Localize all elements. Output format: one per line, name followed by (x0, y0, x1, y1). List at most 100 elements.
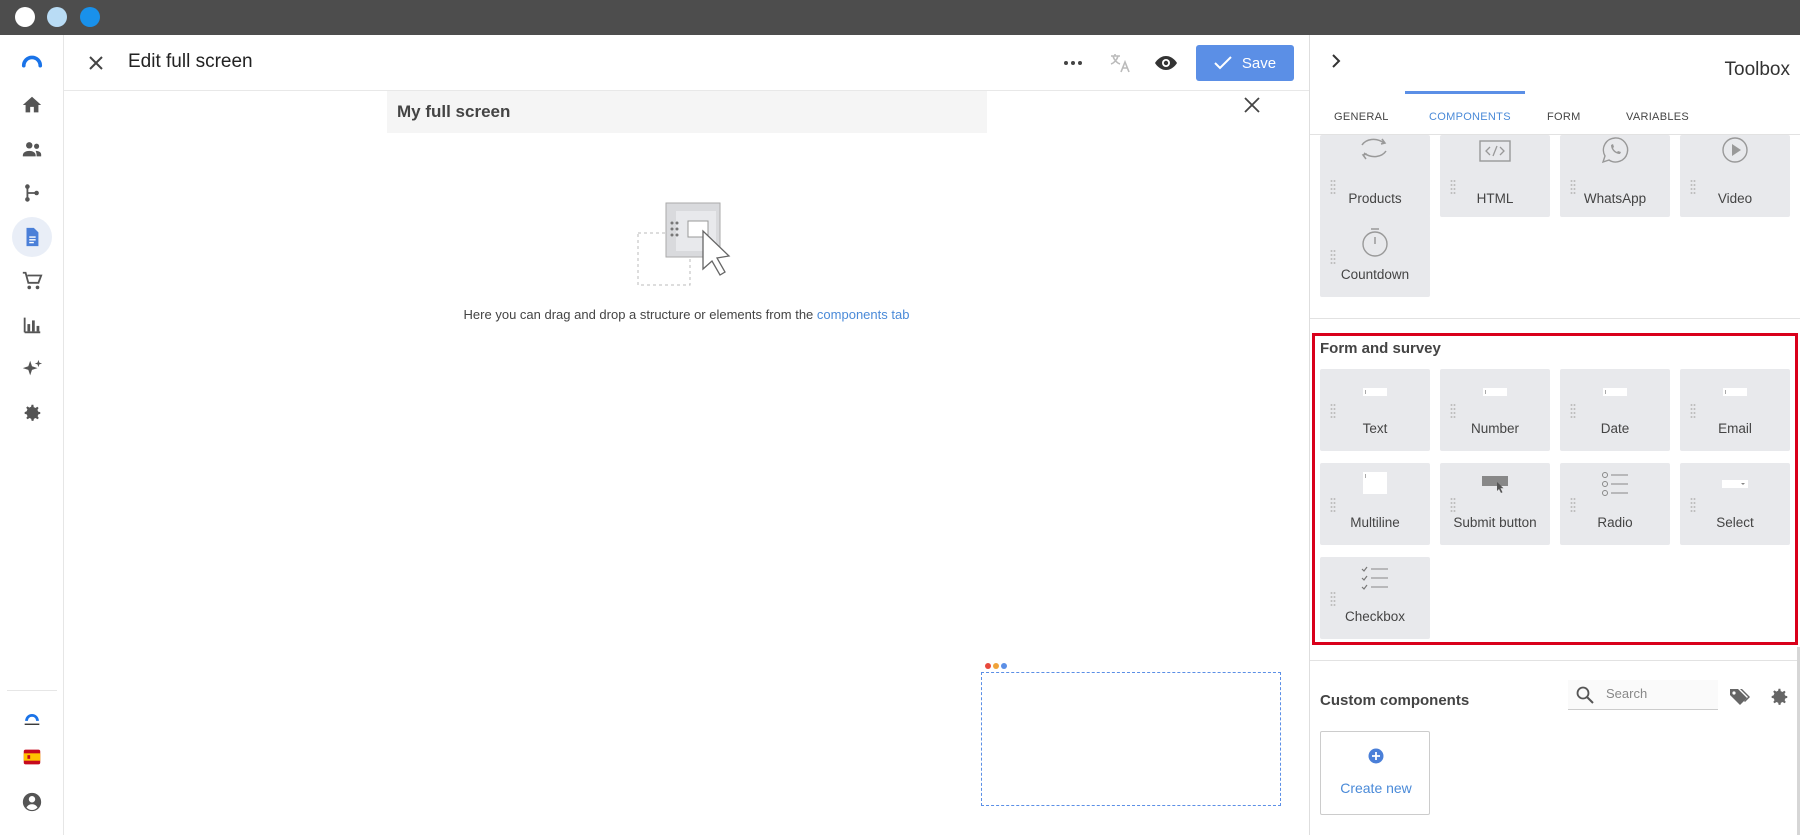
drag-handle-icon[interactable] (1330, 249, 1336, 265)
tab-variables[interactable]: VARIABLES (1626, 111, 1689, 123)
products-icon (1320, 133, 1430, 167)
whatsapp-icon (1560, 133, 1670, 167)
left-nav (0, 35, 64, 835)
document-icon[interactable] (12, 217, 52, 257)
page-title: Edit full screen (128, 51, 253, 72)
sparkle-icon[interactable] (12, 349, 52, 389)
screen-title-bar[interactable]: My full screen (387, 91, 987, 133)
translate-icon[interactable] (1106, 49, 1134, 77)
flow-icon[interactable] (12, 173, 52, 213)
html-icon (1440, 133, 1550, 167)
save-button[interactable]: Save (1196, 45, 1294, 81)
screen-title: My full screen (397, 102, 511, 121)
custom-search-field[interactable] (1568, 680, 1718, 710)
drag-handle-icon[interactable] (1450, 179, 1456, 195)
component-label: Video (1717, 191, 1753, 206)
drag-drop-illustration-icon (636, 201, 746, 286)
window-close-dot[interactable] (15, 7, 35, 27)
editor-canvas[interactable]: My full screen Here you can drag and dro… (64, 91, 1309, 835)
close-editor-icon[interactable] (84, 51, 108, 75)
window-minimize-dot[interactable] (47, 7, 67, 27)
component-label: Text (1362, 421, 1388, 436)
custom-section-title: Custom components (1320, 692, 1470, 709)
more-options-icon[interactable] (1059, 49, 1087, 77)
checkmark-icon (1214, 56, 1232, 70)
toolbox-tabs: GENERAL COMPONENTS FORM VARIABLES (1310, 91, 1800, 135)
component-card[interactable]: Date (1560, 369, 1670, 451)
plus-circle-icon (1321, 748, 1431, 764)
mini-preview-box[interactable] (981, 672, 1281, 806)
tab-components[interactable]: COMPONENTS (1429, 111, 1511, 123)
create-new-label: Create new (1340, 780, 1412, 796)
search-icon (1576, 686, 1594, 704)
component-card[interactable]: Checkbox (1320, 557, 1430, 639)
radio-list-icon (1560, 467, 1670, 501)
close-screen-icon[interactable] (1242, 95, 1266, 119)
section-divider (1310, 660, 1800, 661)
component-card[interactable]: Select (1680, 463, 1790, 545)
home-icon[interactable] (12, 85, 52, 125)
component-card[interactable]: Video (1680, 135, 1790, 217)
component-card[interactable]: Email (1680, 369, 1790, 451)
tags-icon[interactable] (1728, 686, 1752, 710)
drag-handle-icon[interactable] (1690, 179, 1696, 195)
drag-handle-icon[interactable] (1570, 497, 1576, 513)
component-card[interactable]: Multiline (1320, 463, 1430, 545)
logo-icon[interactable] (12, 42, 52, 82)
component-card[interactable]: Radio (1560, 463, 1670, 545)
drag-handle-icon[interactable] (1690, 403, 1696, 419)
drag-handle-icon[interactable] (1330, 179, 1336, 195)
account-circle-icon[interactable] (12, 782, 52, 822)
component-label: Number (1470, 421, 1519, 436)
video-icon (1680, 133, 1790, 167)
text-field-icon (1320, 375, 1430, 409)
component-card[interactable]: Countdown (1320, 215, 1430, 297)
settings-gear-icon[interactable] (1768, 686, 1792, 710)
component-card[interactable]: Submit button (1440, 463, 1550, 545)
checkbox-list-icon (1320, 561, 1430, 595)
component-card[interactable]: WhatsApp (1560, 135, 1670, 217)
bar-chart-icon[interactable] (12, 305, 52, 345)
drag-handle-icon[interactable] (1570, 403, 1576, 419)
component-label: WhatsApp (1583, 191, 1647, 206)
spain-flag-icon[interactable] (12, 737, 52, 777)
users-icon[interactable] (12, 129, 52, 169)
component-label: Submit button (1453, 515, 1537, 530)
component-label: HTML (1476, 191, 1514, 206)
component-card[interactable]: Text (1320, 369, 1430, 451)
drop-instructions: Here you can drag and drop a structure o… (64, 307, 1309, 322)
tab-general[interactable]: GENERAL (1334, 111, 1389, 123)
select-field-icon (1680, 467, 1790, 501)
drag-handle-icon[interactable] (1330, 497, 1336, 513)
drag-handle-icon[interactable] (1570, 179, 1576, 195)
drag-handle-icon[interactable] (1690, 497, 1696, 513)
search-input[interactable] (1606, 686, 1706, 701)
drag-handle-icon[interactable] (1450, 403, 1456, 419)
component-label: Radio (1597, 515, 1633, 530)
editor-header: Edit full screen Save (64, 35, 1309, 91)
date-field-icon (1560, 375, 1670, 409)
component-label: Checkbox (1344, 609, 1406, 624)
gear-icon[interactable] (12, 393, 52, 433)
drag-handle-icon[interactable] (1450, 497, 1456, 513)
drag-handle-icon[interactable] (1330, 403, 1336, 419)
brand-logo-icon[interactable] (12, 699, 52, 739)
preview-eye-icon[interactable] (1152, 49, 1180, 77)
component-label: Select (1716, 515, 1754, 530)
component-label: Countdown (1340, 267, 1410, 282)
drop-instructions-text: Here you can drag and drop a structure o… (463, 307, 814, 322)
toolbox-panel: Toolbox Products HTML WhatsApp Video Cou… (1309, 35, 1800, 835)
component-card[interactable]: HTML (1440, 135, 1550, 217)
component-label: Products (1348, 191, 1402, 206)
component-card[interactable]: Number (1440, 369, 1550, 451)
tab-form[interactable]: FORM (1547, 111, 1581, 123)
drag-handle-icon[interactable] (1330, 591, 1336, 607)
window-maximize-dot[interactable] (80, 7, 100, 27)
number-field-icon (1440, 375, 1550, 409)
create-new-component-button[interactable]: Create new (1320, 731, 1430, 815)
component-card[interactable]: Products (1320, 135, 1430, 217)
collapse-toolbox-icon[interactable] (1326, 51, 1350, 75)
components-tab-link[interactable]: components tab (817, 307, 910, 322)
multiline-field-icon (1320, 467, 1430, 501)
cart-icon[interactable] (12, 261, 52, 301)
